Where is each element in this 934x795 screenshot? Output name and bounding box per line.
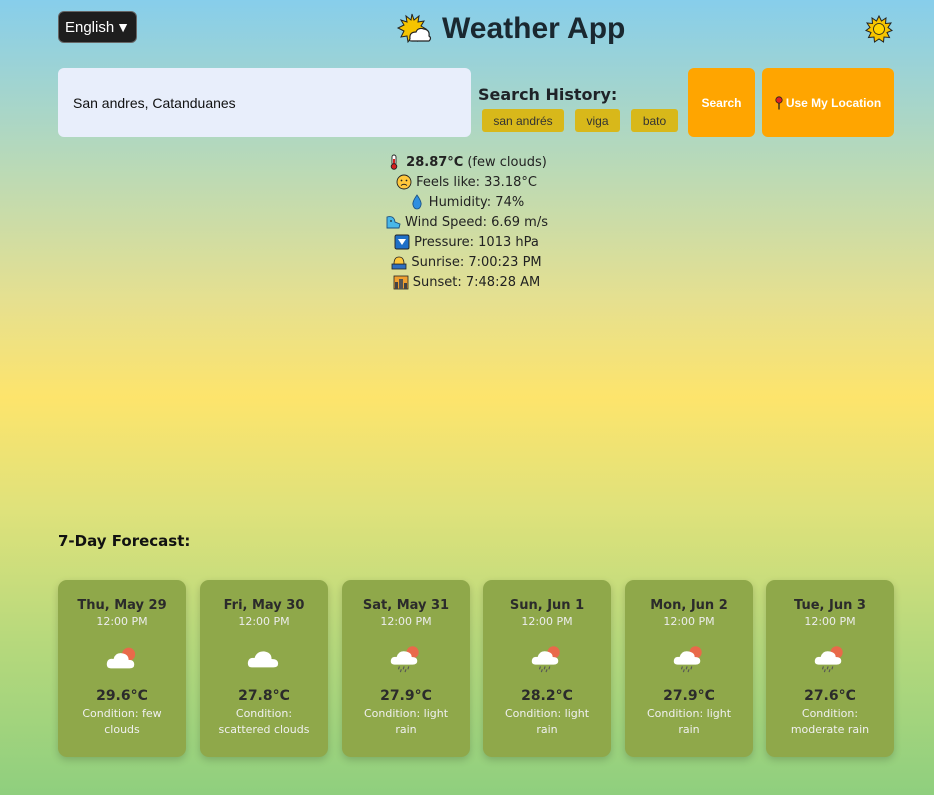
forecast-day: Sat, May 31 — [362, 598, 450, 613]
forecast-condition: Condition: light rain — [504, 707, 590, 736]
chevron-down-icon: ▼ — [116, 19, 131, 35]
forecast-time: 12:00 PM — [380, 615, 432, 628]
sun-behind-cloud-icon — [396, 13, 432, 44]
current-temp-row: 28.87°C (few clouds) — [300, 152, 633, 172]
forecast-temp: 27.9°C — [380, 688, 432, 704]
humidity-row: Humidity: 74% — [300, 192, 633, 212]
forecast-condition: Condition: light rain — [363, 707, 449, 736]
sun-icon — [864, 14, 894, 43]
forecast-day: Mon, Jun 2 — [650, 598, 728, 613]
forecast-card: Mon, Jun 2 12:00 PM 27.9°C Condition: light… — [625, 580, 753, 757]
sunset-city-icon — [393, 275, 409, 290]
few-clouds-icon — [106, 647, 136, 669]
language-select[interactable]: English ▼ — [58, 11, 137, 43]
page-title: Weather App — [442, 12, 626, 45]
face-icon — [396, 174, 412, 190]
wind-row: Wind Speed: 6.69 m/s — [300, 212, 633, 232]
search-input[interactable] — [58, 68, 471, 137]
forecast-condition: Condition: scattered clouds — [218, 707, 310, 736]
history-chip[interactable]: viga — [575, 109, 620, 132]
history-chip[interactable]: san andrés — [482, 109, 564, 132]
forecast-time: 12:00 PM — [96, 615, 148, 628]
language-label: English — [64, 18, 115, 36]
forecast-card: Tue, Jun 3 12:00 PM 27.6°C Condition: moder… — [766, 580, 894, 757]
forecast-condition: Condition: moderate rain — [790, 707, 870, 736]
sunrise-row: Sunrise: 7:00:23 PM — [300, 252, 633, 272]
search-button-label: Search — [701, 95, 742, 110]
rain-icon — [814, 646, 843, 673]
pressure-row: Pressure: 1013 hPa — [300, 232, 633, 252]
forecast-time: 12:00 PM — [521, 615, 573, 628]
droplet-icon — [412, 194, 422, 210]
forecast-condition: Condition: few clouds — [82, 707, 162, 736]
sunset-text: Sunset: 7:48:28 AM — [412, 274, 541, 290]
forecast-card: Sat, May 31 12:00 PM 27.9°C Condition: ligh… — [342, 580, 470, 757]
sunrise-icon — [391, 256, 407, 270]
search-button[interactable]: Search — [688, 68, 755, 137]
forecast-day: Fri, May 30 — [223, 598, 305, 613]
forecast-day: Thu, May 29 — [77, 598, 167, 613]
rain-icon — [390, 646, 419, 673]
wind-face-icon — [386, 216, 401, 229]
forecast-title: 7-Day Forecast: — [58, 532, 191, 550]
down-button-icon — [394, 234, 410, 250]
cloud-icon — [247, 651, 279, 668]
wind-text: Wind Speed: 6.69 m/s — [405, 214, 548, 230]
forecast-temp: 27.8°C — [238, 688, 290, 704]
current-weather: 28.87°C (few clouds) Feels like: 33.18°C… — [300, 152, 633, 292]
thermometer-icon — [390, 154, 398, 170]
humidity-text: Humidity: 74% — [428, 194, 525, 210]
forecast-temp: 27.6°C — [804, 688, 856, 704]
sunrise-text: Sunrise: 7:00:23 PM — [411, 254, 542, 270]
current-temperature: 28.87°C — [406, 154, 464, 170]
forecast-temp: 28.2°C — [521, 688, 573, 704]
feels-like-text: Feels like: 33.18°C — [416, 174, 537, 190]
use-location-button[interactable]: Use My Location — [762, 68, 894, 137]
forecast-card: Fri, May 30 12:00 PM 27.8°C Condition: scat… — [200, 580, 328, 757]
theme-toggle[interactable] — [864, 14, 894, 43]
current-condition: (few clouds) — [467, 154, 547, 170]
forecast-card: Sun, Jun 1 12:00 PM 28.2°C Condition: light… — [483, 580, 611, 757]
forecast-day: Sun, Jun 1 — [509, 598, 585, 613]
history-chip[interactable]: bato — [631, 109, 678, 132]
forecast-temp: 29.6°C — [96, 688, 148, 704]
sunset-row: Sunset: 7:48:28 AM — [300, 272, 633, 292]
app-header: Weather App — [396, 9, 625, 49]
pushpin-icon — [775, 95, 783, 109]
rain-icon — [531, 646, 560, 673]
feels-like-row: Feels like: 33.18°C — [300, 172, 633, 192]
rain-icon — [673, 646, 702, 673]
pressure-text: Pressure: 1013 hPa — [414, 234, 539, 250]
forecast-temp: 27.9°C — [663, 688, 715, 704]
search-history-title: Search History: — [478, 85, 618, 104]
forecast-time: 12:00 PM — [238, 615, 290, 628]
forecast-day: Tue, Jun 3 — [794, 598, 866, 613]
forecast-time: 12:00 PM — [804, 615, 856, 628]
forecast-time: 12:00 PM — [663, 615, 715, 628]
forecast-card: Thu, May 29 12:00 PM 29.6°C Condition: few … — [58, 580, 186, 757]
forecast-condition: Condition: light rain — [646, 707, 732, 736]
use-location-label: Use My Location — [785, 95, 882, 110]
